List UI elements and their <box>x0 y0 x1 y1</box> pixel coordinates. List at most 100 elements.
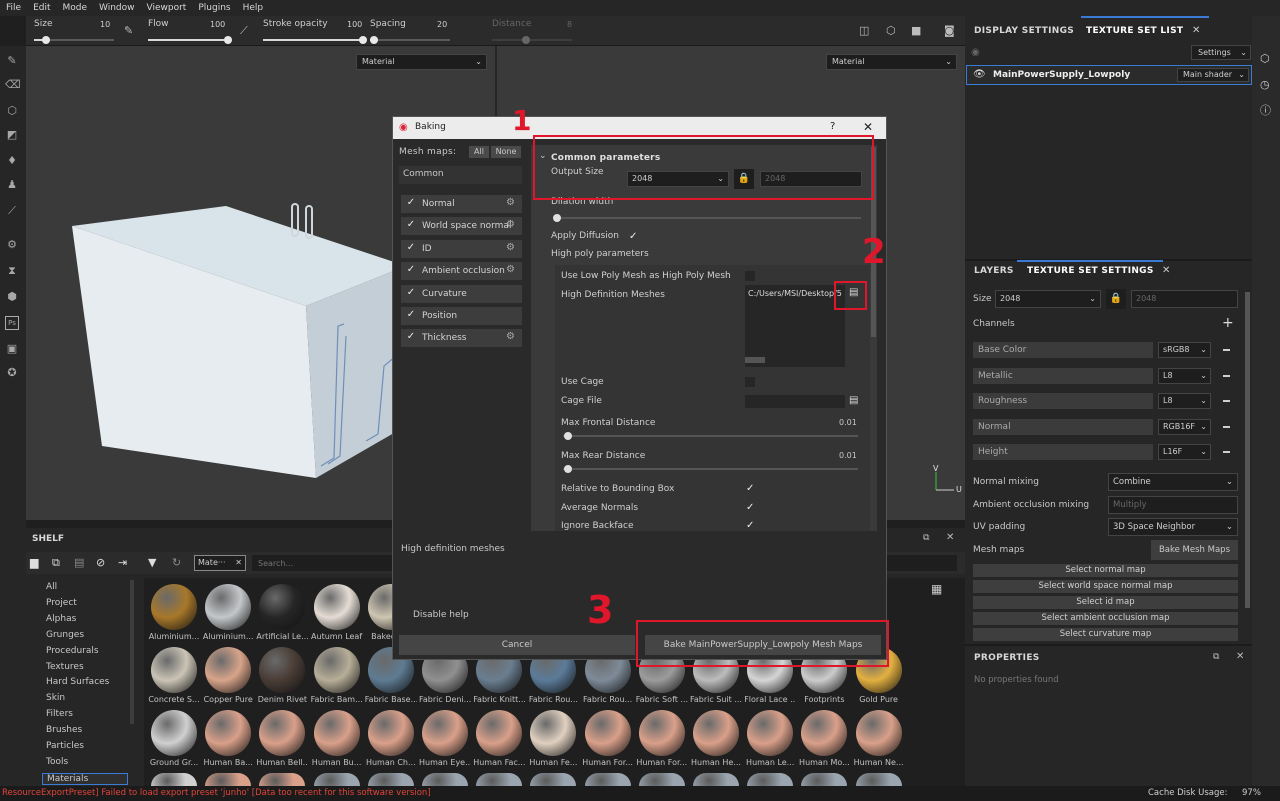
remove-channel-icon[interactable] <box>1223 374 1230 377</box>
cancel-button[interactable]: Cancel <box>399 635 635 655</box>
common-section[interactable]: Common <box>399 166 522 184</box>
tab-texture-set-settings[interactable]: TEXTURE SET SETTINGS <box>1027 266 1154 276</box>
material-thumbnail[interactable] <box>693 710 739 756</box>
channel-format-select[interactable]: L8 ⌄ <box>1158 393 1211 410</box>
material-thumbnail[interactable] <box>313 710 360 756</box>
new-window-icon[interactable]: ⧉ <box>52 556 60 570</box>
refresh-icon[interactable]: ↻ <box>172 556 181 569</box>
flow-value[interactable]: 100 <box>210 20 225 29</box>
clone-stamp-icon[interactable]: ♟ <box>5 178 19 192</box>
hide-icon[interactable]: ⊘ <box>96 556 105 569</box>
shelf-category-item[interactable]: Hard Surfaces <box>46 677 109 687</box>
remove-channel-icon[interactable] <box>1223 425 1230 428</box>
material-thumbnail[interactable] <box>313 584 360 630</box>
remove-channel-icon[interactable] <box>1223 400 1230 403</box>
close-tab-icon[interactable]: ✕ <box>1162 265 1170 276</box>
add-channel-icon[interactable]: + <box>1222 315 1234 331</box>
spacing-slider[interactable] <box>370 36 450 44</box>
filter-icon[interactable]: ▼ <box>148 556 156 569</box>
grid-view-icon[interactable]: ▦ <box>931 582 942 596</box>
material-thumbnail[interactable] <box>422 773 468 786</box>
map-settings-icon[interactable]: ⚙ <box>506 331 518 343</box>
screenshot-icon[interactable]: ◙ <box>944 24 955 37</box>
mesh-map-checkbox[interactable]: ✓ <box>406 265 416 277</box>
eye-visibility-icon[interactable]: 👁 <box>973 69 986 80</box>
material-thumbnail[interactable] <box>638 773 685 786</box>
shelf-category-item[interactable]: Grunges <box>46 630 84 640</box>
bake-tool-icon[interactable]: ⚙ <box>5 238 19 252</box>
size-slider[interactable] <box>34 36 114 44</box>
material-thumbnail[interactable] <box>205 647 252 693</box>
mesh-map-checkbox[interactable]: ✓ <box>406 242 416 254</box>
material-thumbnail[interactable] <box>801 710 848 756</box>
shelf-category-item[interactable]: Procedurals <box>46 646 99 656</box>
menu-plugins[interactable]: Plugins <box>192 3 236 13</box>
material-thumbnail[interactable] <box>259 647 306 693</box>
max-rear-distance-slider[interactable] <box>563 465 858 473</box>
material-thumbnail[interactable] <box>259 710 306 756</box>
material-thumbnail[interactable] <box>476 773 523 786</box>
tab-texture-set-list[interactable]: TEXTURE SET LIST <box>1086 26 1183 36</box>
select-mesh-map-button[interactable]: Select id map <box>973 596 1238 609</box>
shelf-close-icon[interactable]: ✕ <box>946 532 954 543</box>
normal-mixing-select[interactable]: Combine ⌄ <box>1108 473 1238 491</box>
relative-bounding-box-checkbox[interactable]: ✓ <box>746 483 754 494</box>
filter-tag-close-icon[interactable]: ✕ <box>235 558 242 567</box>
channel-name-field[interactable]: Metallic <box>973 367 1153 384</box>
material-thumbnail[interactable] <box>205 710 252 756</box>
material-thumbnail[interactable] <box>259 773 306 786</box>
material-thumbnail[interactable] <box>476 710 523 756</box>
max-frontal-distance-slider[interactable] <box>563 432 858 440</box>
shelf-category-item[interactable]: All <box>46 582 57 592</box>
material-thumbnail[interactable] <box>422 710 468 756</box>
material-thumbnail[interactable] <box>313 647 360 693</box>
mesh-map-row[interactable]: ✓ World space normal ⚙ <box>401 217 522 236</box>
average-normals-checkbox[interactable]: ✓ <box>746 502 754 513</box>
material-thumbnail[interactable] <box>855 710 902 756</box>
apply-diffusion-checkbox[interactable]: ✓ <box>629 231 637 242</box>
material-thumbnail[interactable] <box>530 773 577 786</box>
use-low-poly-checkbox[interactable] <box>745 271 755 281</box>
properties-close-icon[interactable]: ✕ <box>1236 651 1244 662</box>
material-thumbnail[interactable] <box>151 773 197 786</box>
iray-icon[interactable]: ⬢ <box>5 290 19 304</box>
material-thumbnail[interactable] <box>367 710 414 756</box>
material-thumbnail[interactable] <box>801 773 848 786</box>
map-settings-icon[interactable]: ⚙ <box>506 242 518 254</box>
shelf-category-item[interactable]: Skin <box>46 693 65 703</box>
material-thumbnail[interactable] <box>638 710 685 756</box>
material-thumbnail[interactable] <box>584 773 631 786</box>
menu-help[interactable]: Help <box>237 3 270 13</box>
cube-view-icon[interactable]: ⬡ <box>886 24 896 37</box>
eraser-icon[interactable]: ⌫ <box>5 78 21 92</box>
ignore-backface-checkbox[interactable]: ✓ <box>746 520 754 531</box>
material-thumbnail[interactable] <box>747 773 794 786</box>
mesh-map-row[interactable]: ✓ Position <box>401 307 522 325</box>
material-thumbnail[interactable] <box>367 773 414 786</box>
dilation-width-slider[interactable] <box>553 214 861 222</box>
polygon-fill-icon[interactable]: ◩ <box>5 128 19 142</box>
menu-window[interactable]: Window <box>93 3 141 13</box>
select-all-maps-button[interactable]: All <box>469 146 489 158</box>
remove-channel-icon[interactable] <box>1223 451 1230 454</box>
mesh-map-checkbox[interactable]: ✓ <box>406 310 416 321</box>
menu-mode[interactable]: Mode <box>57 3 94 13</box>
select-mesh-map-button[interactable]: Select ambient occlusion map <box>973 612 1238 625</box>
channel-name-field[interactable]: Height <box>973 444 1153 461</box>
camera-icon[interactable]: ■ <box>911 24 921 37</box>
tss-scrollbar[interactable] <box>1245 292 1250 608</box>
map-settings-icon[interactable]: ⚙ <box>506 264 518 276</box>
map-settings-icon[interactable]: ⚙ <box>506 219 518 231</box>
folder-icon[interactable]: ▆ <box>30 556 38 569</box>
mesh-map-checkbox[interactable]: ✓ <box>406 198 416 209</box>
select-mesh-map-button[interactable]: Select curvature map <box>973 628 1238 641</box>
shader-dropdown[interactable]: Main shader ⌄ <box>1177 68 1249 82</box>
export-icon[interactable]: ▣ <box>5 342 19 356</box>
material-thumbnail[interactable] <box>530 710 577 756</box>
channel-format-select[interactable]: L8 ⌄ <box>1158 367 1211 384</box>
hd-meshes-list[interactable]: C:/Users/MSI/Desktop/5 <box>745 285 845 367</box>
smudge-icon[interactable]: ♦ <box>5 154 19 168</box>
material-thumbnail[interactable] <box>747 710 794 756</box>
shelf-category-item-active[interactable]: Materials <box>42 772 128 785</box>
shelf-category-item[interactable]: Project <box>46 598 77 608</box>
